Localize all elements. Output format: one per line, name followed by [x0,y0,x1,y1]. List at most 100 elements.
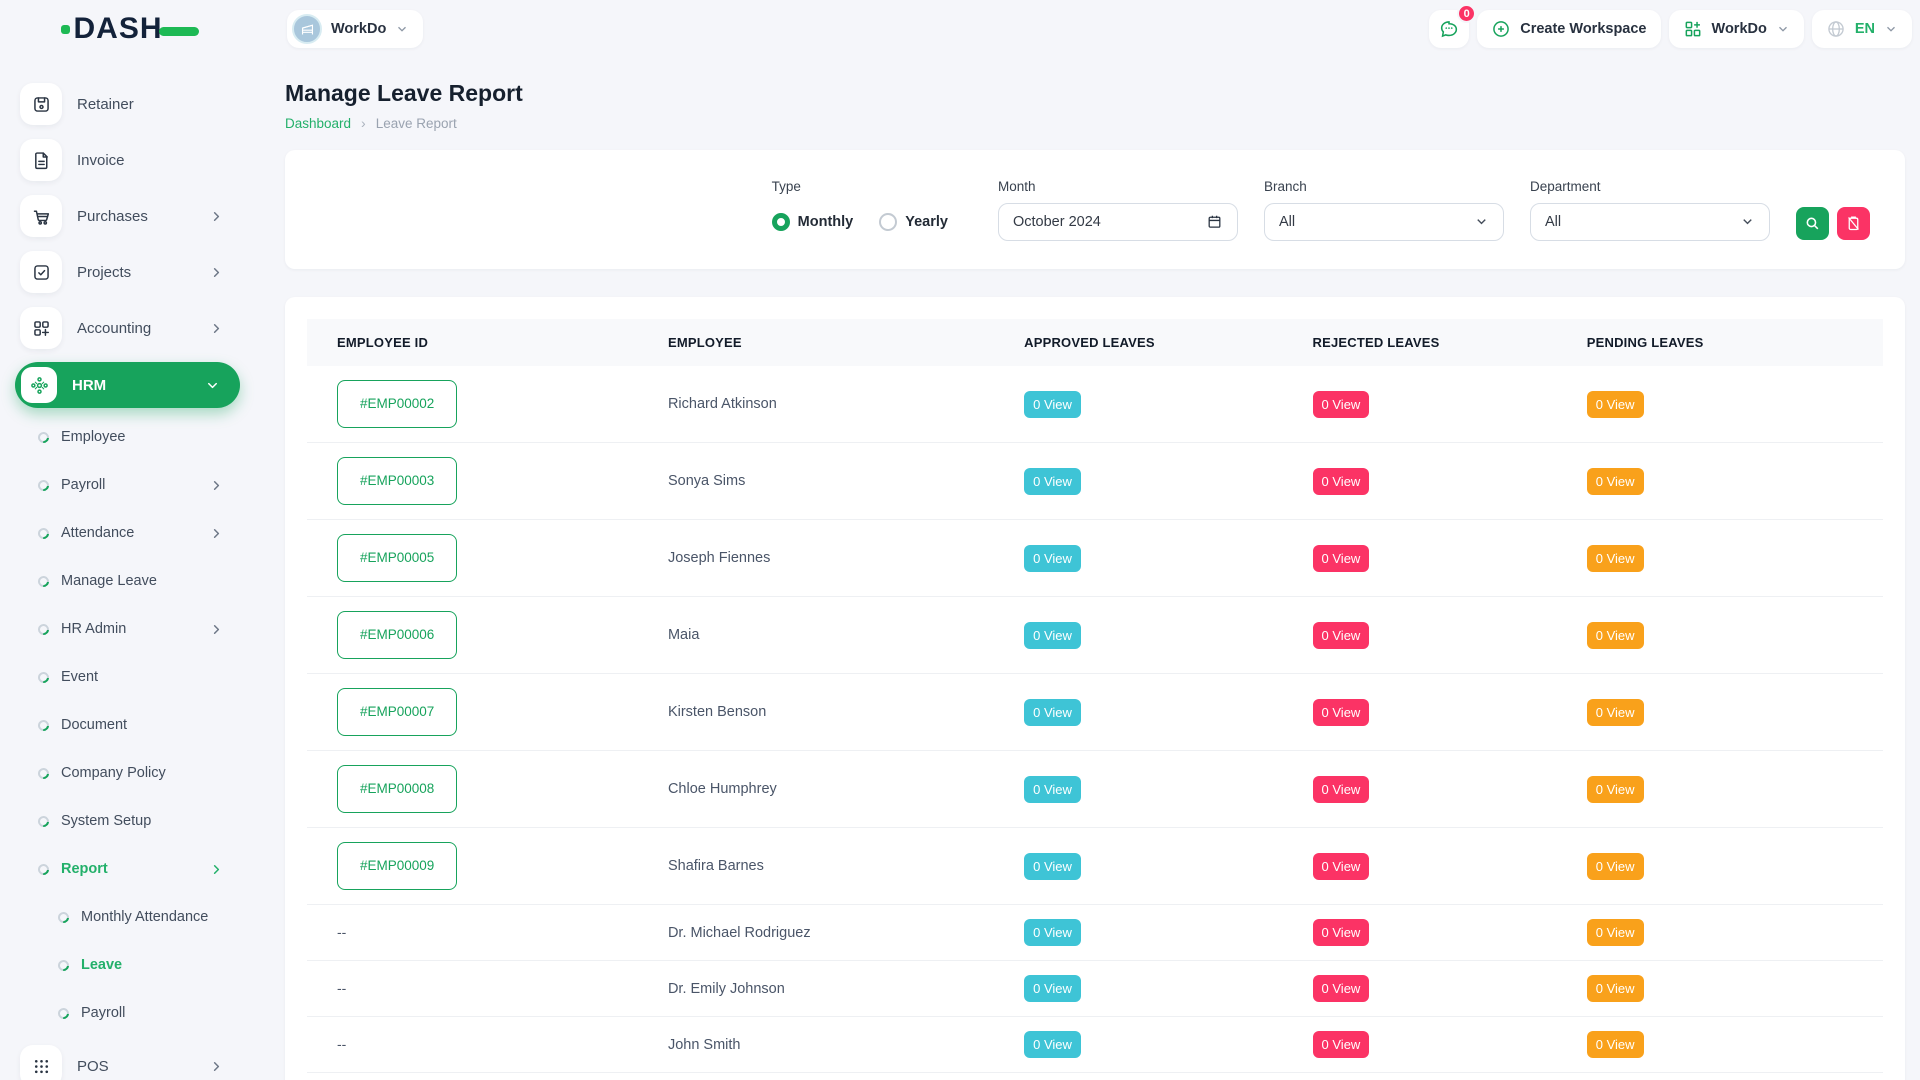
create-workspace-button[interactable]: Create Workspace [1477,10,1660,48]
rejected-leaves-view-button[interactable]: 0 View [1313,699,1370,726]
accounting-grid-icon [20,307,62,349]
approved-leaves-view-button[interactable]: 0 View [1024,776,1081,803]
logo-accent-dot [61,25,70,34]
radio-yearly[interactable]: Yearly [879,213,948,231]
pending-leaves-view-button[interactable]: 0 View [1587,975,1644,1002]
sidebar-item-monthly-attendance[interactable]: Monthly Attendance [0,900,260,934]
approved-leaves-view-button[interactable]: 0 View [1024,919,1081,946]
employee-id-empty: -- [337,924,346,940]
branch-select[interactable]: All [1264,203,1504,241]
pending-leaves-view-button[interactable]: 0 View [1587,1031,1644,1058]
breadcrumb-dashboard-link[interactable]: Dashboard [285,116,351,131]
month-label: Month [998,179,1238,194]
pending-leaves-view-button[interactable]: 0 View [1587,622,1644,649]
employee-id-button[interactable]: #EMP00003 [337,457,457,505]
employee-id-button[interactable]: #EMP00005 [337,534,457,582]
employee-id-button[interactable]: #EMP00002 [337,380,457,428]
messages-count-badge: 0 [1457,4,1476,23]
sidebar-item-accounting[interactable]: Accounting [0,306,260,350]
approved-leaves-view-button[interactable]: 0 View [1024,853,1081,880]
sidebar-item-hr-admin[interactable]: HR Admin [0,612,260,646]
sidebar-item-label: Accounting [77,320,151,337]
main-content: Manage Leave Report Dashboard › Leave Re… [260,58,1920,1080]
bullet-icon [56,1005,71,1020]
employee-id-empty: -- [337,980,346,996]
approved-leaves-view-button[interactable]: 0 View [1024,622,1081,649]
chevron-down-icon [395,22,409,36]
rejected-leaves-view-button[interactable]: 0 View [1313,391,1370,418]
approved-leaves-view-button[interactable]: 0 View [1024,1031,1081,1058]
workspace-switcher[interactable]: WorkDo [287,10,423,48]
employee-name: Joseph Fiennes [638,520,994,597]
rejected-leaves-view-button[interactable]: 0 View [1313,919,1370,946]
table-row: #EMP00005 Joseph Fiennes 0 View 0 View 0 Vie… [307,520,1883,597]
rejected-leaves-view-button[interactable]: 0 View [1313,776,1370,803]
pending-leaves-view-button[interactable]: 0 View [1587,468,1644,495]
sidebar-item-hrm[interactable]: HRM [15,362,240,408]
sidebar-item-pos[interactable]: POS [0,1044,260,1080]
pending-leaves-view-button[interactable]: 0 View [1587,853,1644,880]
employee-id-button[interactable]: #EMP00007 [337,688,457,736]
sidebar-item-leave[interactable]: Leave [0,948,260,982]
table-row: #EMP00003Sonya Sims0 View0 View0 View [307,443,1883,520]
employee-id-button[interactable]: #EMP00009 [337,842,457,890]
sidebar-item-retainer[interactable]: Retainer [0,82,260,126]
sidebar-item-label: Attendance [61,525,134,541]
table-row: --Dr. Emily Johnson0 View0 View0 View [307,961,1883,1017]
sidebar-item-attendance[interactable]: Attendance [0,516,260,550]
pending-leaves-view-button[interactable]: 0 View [1587,699,1644,726]
sidebar-item-system-setup[interactable]: System Setup [0,804,260,838]
sidebar-item-label: Purchases [77,208,148,225]
sidebar-item-manage-leave[interactable]: Manage Leave [0,564,260,598]
chevron-right-icon [209,265,224,280]
employee-id-button[interactable]: #EMP00006 [337,611,457,659]
language-selector[interactable]: EN [1812,10,1912,48]
chevron-down-icon [1884,22,1898,36]
sidebar-item-employee[interactable]: Employee [0,420,260,454]
sidebar-item-company-policy[interactable]: Company Policy [0,756,260,790]
pending-leaves-view-button[interactable]: 0 View [1587,391,1644,418]
approved-leaves-view-button[interactable]: 0 View [1024,468,1081,495]
department-select[interactable]: All [1530,203,1770,241]
sidebar-item-label: Company Policy [61,765,166,781]
calendar-icon [1206,213,1223,230]
sidebar-item-payroll[interactable]: Payroll [0,996,260,1030]
sidebar-item-report[interactable]: Report [0,852,260,886]
workspace-name: WorkDo [331,21,386,37]
pending-leaves-view-button[interactable]: 0 View [1587,919,1644,946]
search-button[interactable] [1796,207,1829,240]
chevron-right-icon [209,622,224,637]
bullet-icon [56,957,71,972]
rejected-leaves-view-button[interactable]: 0 View [1313,975,1370,1002]
employee-name: Richard Atkinson [638,366,994,443]
employee-id-button[interactable]: #EMP00008 [337,765,457,813]
messages-button[interactable]: 0 [1429,10,1469,48]
approved-leaves-view-button[interactable]: 0 View [1024,699,1081,726]
breadcrumb-separator-icon: › [361,115,366,131]
dash-logo[interactable]: DASH [61,12,198,46]
approved-leaves-view-button[interactable]: 0 View [1024,975,1081,1002]
pending-leaves-view-button[interactable]: 0 View [1587,776,1644,803]
radio-monthly[interactable]: Monthly [772,213,854,231]
sidebar-item-event[interactable]: Event [0,660,260,694]
rejected-leaves-view-button[interactable]: 0 View [1313,545,1370,572]
sidebar-item-projects[interactable]: Projects [0,250,260,294]
sidebar-item-document[interactable]: Document [0,708,260,742]
rejected-leaves-view-button[interactable]: 0 View [1313,853,1370,880]
approved-leaves-view-button[interactable]: 0 View [1024,391,1081,418]
bullet-icon [36,477,51,492]
type-label: Type [772,179,948,194]
sidebar-item-payroll[interactable]: Payroll [0,468,260,502]
app-menu-button[interactable]: WorkDo [1669,10,1804,48]
pending-leaves-view-button[interactable]: 0 View [1587,545,1644,572]
sidebar-item-invoice[interactable]: Invoice [0,138,260,182]
month-input[interactable]: October 2024 [998,203,1238,241]
col-rejected-leaves: REJECTED LEAVES [1283,319,1557,366]
approved-leaves-view-button[interactable]: 0 View [1024,545,1081,572]
rejected-leaves-view-button[interactable]: 0 View [1313,468,1370,495]
rejected-leaves-view-button[interactable]: 0 View [1313,1031,1370,1058]
rejected-leaves-view-button[interactable]: 0 View [1313,622,1370,649]
table-row: #EMP00008Chloe Humphrey0 View0 View0 Vie… [307,751,1883,828]
reset-button[interactable] [1837,207,1870,240]
sidebar-item-purchases[interactable]: Purchases [0,194,260,238]
